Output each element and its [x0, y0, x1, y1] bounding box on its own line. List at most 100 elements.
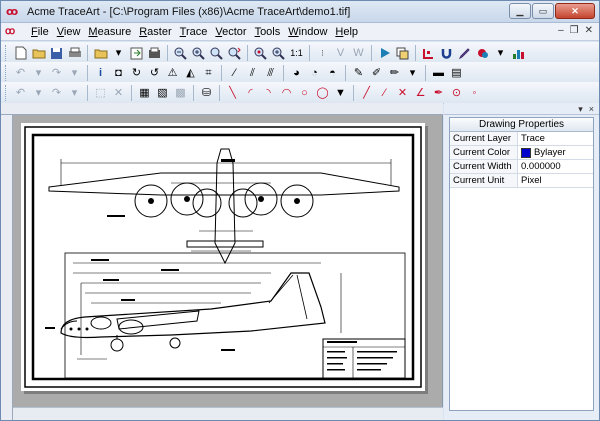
- drawing-page[interactable]: [21, 123, 425, 391]
- eraser-icon[interactable]: ✐: [368, 65, 385, 82]
- zoom-window-icon[interactable]: [208, 45, 225, 62]
- prop-value-unit[interactable]: Pixel: [518, 174, 593, 187]
- fill-icon[interactable]: ◕: [288, 65, 305, 82]
- title-bar[interactable]: ꝏ Acme TraceArt - [C:\Program Files (x86…: [1, 1, 599, 23]
- maximize-button[interactable]: ▭: [532, 3, 554, 19]
- draw-circle-icon[interactable]: ○: [296, 85, 313, 102]
- close-button[interactable]: ✕: [555, 3, 595, 19]
- dropdown-icon[interactable]: ▾: [110, 45, 127, 62]
- select-raster-icon[interactable]: ◘: [110, 65, 127, 82]
- prop-row-unit[interactable]: Current Unit Pixel: [450, 174, 593, 188]
- zoom-fit-icon[interactable]: [226, 45, 243, 62]
- pencil-icon[interactable]: ✏: [386, 65, 403, 82]
- magnet-icon[interactable]: [438, 45, 455, 62]
- mirror-icon[interactable]: ◭: [182, 65, 199, 82]
- toolbar-grip[interactable]: [5, 45, 8, 61]
- delete-icon[interactable]: ✕: [110, 85, 127, 102]
- prop-value-width[interactable]: 0.000000: [518, 160, 593, 173]
- save-icon[interactable]: [48, 45, 65, 62]
- select-vector-icon[interactable]: ⬚: [92, 85, 109, 102]
- toolbar-grip[interactable]: [5, 85, 8, 101]
- undo-icon[interactable]: ↶: [12, 65, 29, 82]
- minimize-button[interactable]: ▁: [509, 3, 531, 19]
- menu-file[interactable]: File: [27, 25, 53, 39]
- prop-value-color[interactable]: Bylayer: [518, 146, 593, 159]
- cross-icon[interactable]: ✕: [394, 85, 411, 102]
- print-icon[interactable]: [66, 45, 83, 62]
- zoom-prev-icon[interactable]: [270, 45, 287, 62]
- zoom-all-icon[interactable]: [252, 45, 269, 62]
- document-icon[interactable]: ꝏ: [5, 26, 15, 37]
- vectorize-icon[interactable]: ⁝: [314, 45, 331, 62]
- menu-measure[interactable]: Measure: [84, 25, 135, 39]
- batch-icon[interactable]: [394, 45, 411, 62]
- prop-row-color[interactable]: Current Color Bylayer: [450, 146, 593, 160]
- draw-line-icon[interactable]: ╲: [224, 85, 241, 102]
- zoom-in-icon[interactable]: [190, 45, 207, 62]
- doc-close-button[interactable]: ✕: [585, 25, 593, 36]
- layer-icon[interactable]: ▤: [448, 65, 465, 82]
- dropdown-icon[interactable]: ▾: [492, 45, 509, 62]
- doc-restore-button[interactable]: ❐: [570, 25, 579, 36]
- v-icon[interactable]: V: [332, 45, 349, 62]
- line-width-icon[interactable]: ▬: [430, 65, 447, 82]
- fax-icon[interactable]: [146, 45, 163, 62]
- rotate-cw-icon[interactable]: ↻: [128, 65, 145, 82]
- play-icon[interactable]: [376, 45, 393, 62]
- menu-window[interactable]: Window: [284, 25, 331, 39]
- zoom-actual-icon[interactable]: 1:1: [288, 45, 305, 62]
- prop-row-width[interactable]: Current Width 0.000000: [450, 160, 593, 174]
- menu-trace[interactable]: Trace: [176, 25, 212, 39]
- clear-icon[interactable]: ◓: [324, 65, 341, 82]
- menu-help[interactable]: Help: [331, 25, 362, 39]
- undo-icon[interactable]: ↶: [12, 85, 29, 102]
- edit-line2-icon[interactable]: ⁄: [376, 85, 393, 102]
- pen-tool-icon[interactable]: ✒: [430, 85, 447, 102]
- deskew-icon[interactable]: ⚠: [164, 65, 181, 82]
- dropdown-icon[interactable]: ▾: [30, 85, 47, 102]
- menu-vector[interactable]: Vector: [211, 25, 250, 39]
- redo-icon[interactable]: ↷: [48, 85, 65, 102]
- folder-icon[interactable]: [92, 45, 109, 62]
- drawing-canvas[interactable]: [1, 103, 443, 420]
- open-icon[interactable]: [30, 45, 47, 62]
- thin-icon[interactable]: ⫽: [244, 65, 261, 82]
- menu-tools[interactable]: Tools: [251, 25, 285, 39]
- new-icon[interactable]: [12, 45, 29, 62]
- despeckle-icon[interactable]: ⁄: [226, 65, 243, 82]
- thicken-icon[interactable]: ⫻: [262, 65, 279, 82]
- crop-icon[interactable]: ⌗: [200, 65, 217, 82]
- dropdown-icon[interactable]: ▾: [66, 85, 83, 102]
- toolbar-grip[interactable]: [5, 65, 8, 81]
- rotate-ccw-icon[interactable]: ↺: [146, 65, 163, 82]
- node-icon[interactable]: [420, 45, 437, 62]
- database-icon[interactable]: ⛁: [198, 85, 215, 102]
- panel-close-button[interactable]: ×: [589, 103, 594, 114]
- draw-arc-icon[interactable]: ◜: [242, 85, 259, 102]
- redo-icon[interactable]: ↷: [48, 65, 65, 82]
- pattern-icon[interactable]: ▦: [136, 85, 153, 102]
- draw-arc2-icon[interactable]: ◝: [260, 85, 277, 102]
- prop-row-layer[interactable]: Current Layer Trace: [450, 132, 593, 146]
- export-icon[interactable]: [128, 45, 145, 62]
- menu-raster[interactable]: Raster: [135, 25, 175, 39]
- horizontal-scrollbar[interactable]: [13, 407, 443, 420]
- w-icon[interactable]: W: [350, 45, 367, 62]
- pen-icon[interactable]: [456, 45, 473, 62]
- node-circle-icon[interactable]: ◦: [466, 85, 483, 102]
- zoom-out-icon[interactable]: [172, 45, 189, 62]
- grid-icon[interactable]: ▩: [172, 85, 189, 102]
- doc-minimize-button[interactable]: –: [558, 25, 564, 36]
- snap-line-icon[interactable]: ∠: [412, 85, 429, 102]
- color-pick-icon[interactable]: [474, 45, 491, 62]
- draw-curve-icon[interactable]: ◠: [278, 85, 295, 102]
- draw-polygon-icon[interactable]: ▼: [332, 85, 349, 102]
- dropdown-icon[interactable]: ▾: [66, 65, 83, 82]
- menu-view[interactable]: View: [53, 25, 85, 39]
- info-icon[interactable]: i: [92, 65, 109, 82]
- prop-value-layer[interactable]: Trace: [518, 132, 593, 145]
- dropdown-icon[interactable]: ▾: [404, 65, 421, 82]
- paint-icon[interactable]: ◔: [306, 65, 323, 82]
- dropdown-icon[interactable]: ▾: [30, 65, 47, 82]
- circle-node-icon[interactable]: ⊙: [448, 85, 465, 102]
